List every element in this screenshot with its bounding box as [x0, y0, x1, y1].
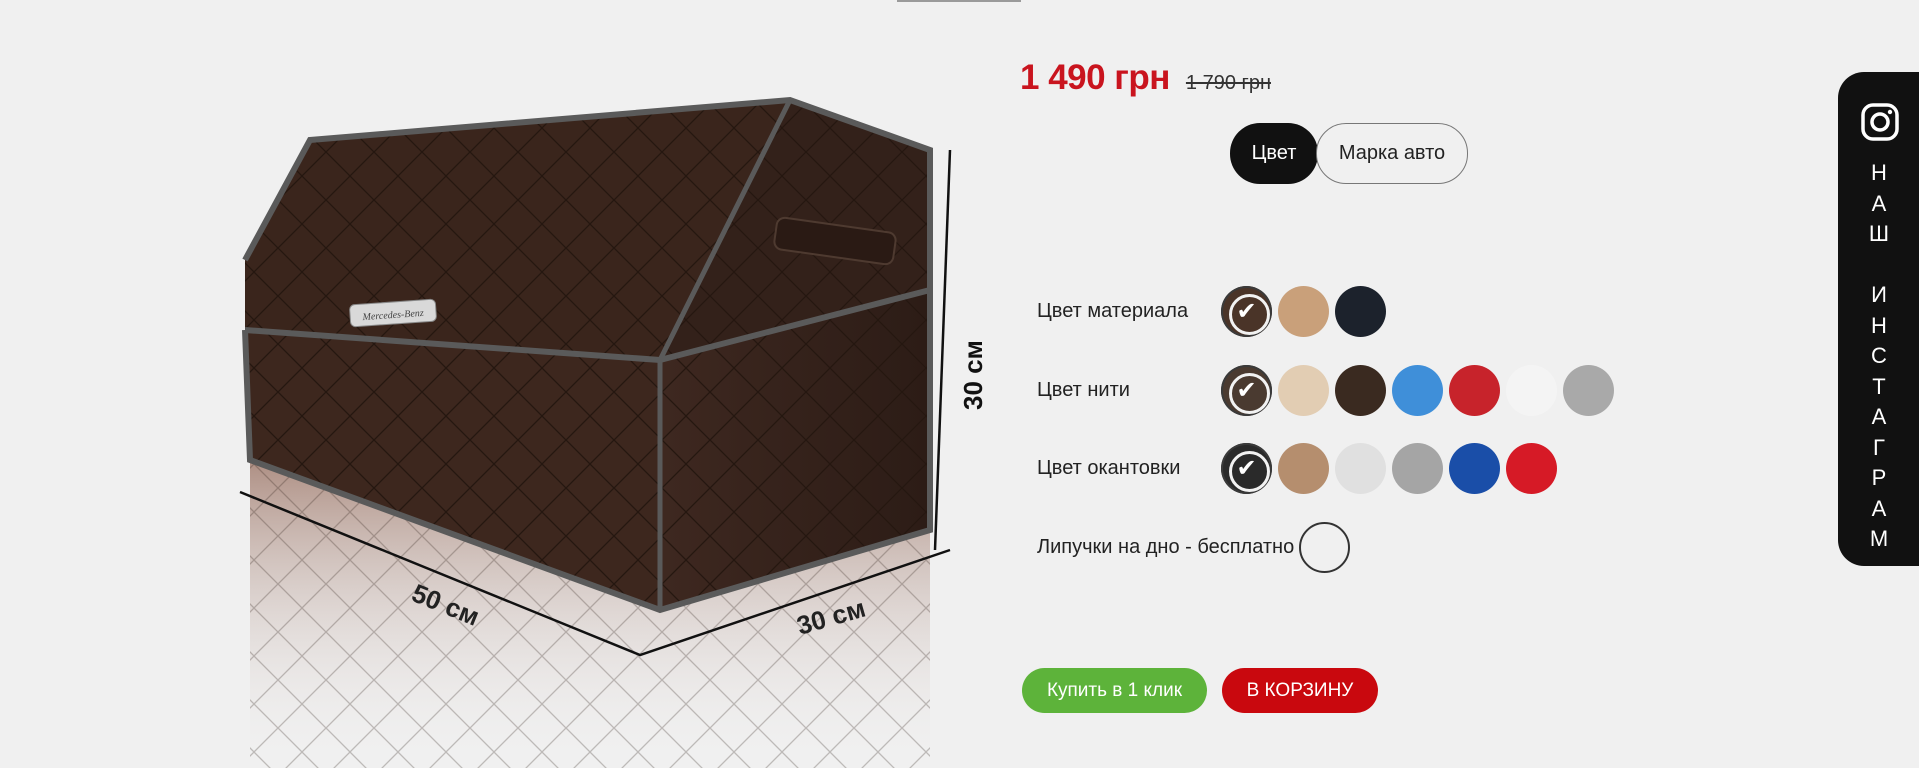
edging-color-row: Цвет окантовки ✔	[1037, 443, 1557, 494]
instagram-letter: А	[1871, 190, 1887, 216]
tab-car-brand[interactable]: Марка авто	[1316, 123, 1468, 184]
instagram-letter: М	[1869, 526, 1889, 551]
option-tabs: Цвет Марка авто	[1230, 123, 1468, 184]
instagram-letter: С	[1871, 343, 1887, 368]
thread-color-swatch[interactable]	[1392, 365, 1443, 416]
edging-color-swatch[interactable]	[1278, 443, 1329, 494]
thread-color-row: Цвет нити ✔	[1037, 365, 1614, 416]
dimension-height: 30 см	[958, 340, 988, 410]
instagram-icon	[1861, 103, 1899, 141]
material-color-swatch[interactable]: ✔	[1221, 286, 1272, 337]
top-tab-indicator	[897, 0, 1021, 2]
velcro-row: Липучки на дно - бесплатно	[1037, 522, 1351, 573]
edging-color-swatch[interactable]	[1335, 443, 1386, 494]
thread-color-swatch[interactable]	[1449, 365, 1500, 416]
material-swatches: ✔	[1221, 286, 1386, 337]
current-price: 1 490 грн	[1020, 58, 1170, 97]
instagram-letter: И	[1871, 282, 1887, 307]
material-color-swatch[interactable]	[1335, 286, 1386, 337]
check-icon: ✔	[1236, 298, 1257, 325]
velcro-toggle[interactable]	[1299, 522, 1351, 573]
thread-color-label: Цвет нити	[1037, 379, 1130, 401]
material-color-swatch[interactable]	[1278, 286, 1329, 337]
add-to-cart-button[interactable]: В КОРЗИНУ	[1222, 668, 1378, 713]
instagram-label: НАШИНСТАГРАМ	[1864, 158, 1894, 555]
instagram-letter: Н	[1871, 312, 1887, 338]
edging-swatches: ✔	[1221, 443, 1557, 494]
old-price: 1 790 грн	[1185, 72, 1271, 94]
material-color-row: Цвет материала ✔	[1037, 286, 1386, 337]
thread-color-swatch[interactable]	[1506, 365, 1557, 416]
edging-color-label: Цвет окантовки	[1037, 457, 1181, 479]
thread-color-swatch[interactable]	[1563, 365, 1614, 416]
thread-color-swatch[interactable]: ✔	[1221, 365, 1272, 416]
price-row: 1 490 грн 1 790 грн	[1020, 58, 1271, 98]
tab-color[interactable]: Цвет	[1230, 123, 1318, 184]
edging-color-swatch[interactable]	[1392, 443, 1443, 494]
instagram-letter: А	[1871, 404, 1887, 429]
material-color-label: Цвет материала	[1037, 300, 1189, 322]
velcro-label: Липучки на дно - бесплатно	[1037, 536, 1295, 558]
check-icon: ✔	[1236, 455, 1257, 482]
instagram-letter: А	[1871, 495, 1887, 521]
check-icon: ✔	[1236, 377, 1257, 404]
product-image: Mercedes-Benz 50 см 30 см 30 см	[239, 96, 988, 768]
thread-swatches: ✔	[1221, 365, 1614, 416]
edging-color-swatch[interactable]: ✔	[1221, 443, 1272, 494]
instagram-letter: Т	[1872, 373, 1886, 399]
thread-color-swatch[interactable]	[1335, 365, 1386, 416]
edging-color-swatch[interactable]	[1506, 443, 1557, 494]
instagram-letter: Г	[1873, 434, 1885, 460]
instagram-letter: Р	[1871, 465, 1887, 490]
quick-buy-button[interactable]: Купить в 1 клик	[1022, 668, 1207, 713]
edging-color-swatch[interactable]	[1449, 443, 1500, 494]
instagram-side-tab[interactable]: НАШИНСТАГРАМ	[1838, 72, 1919, 566]
instagram-letter: Н	[1871, 160, 1887, 185]
thread-color-swatch[interactable]	[1278, 365, 1329, 416]
instagram-letter: Ш	[1868, 221, 1890, 246]
instagram-letter	[1864, 250, 1894, 281]
